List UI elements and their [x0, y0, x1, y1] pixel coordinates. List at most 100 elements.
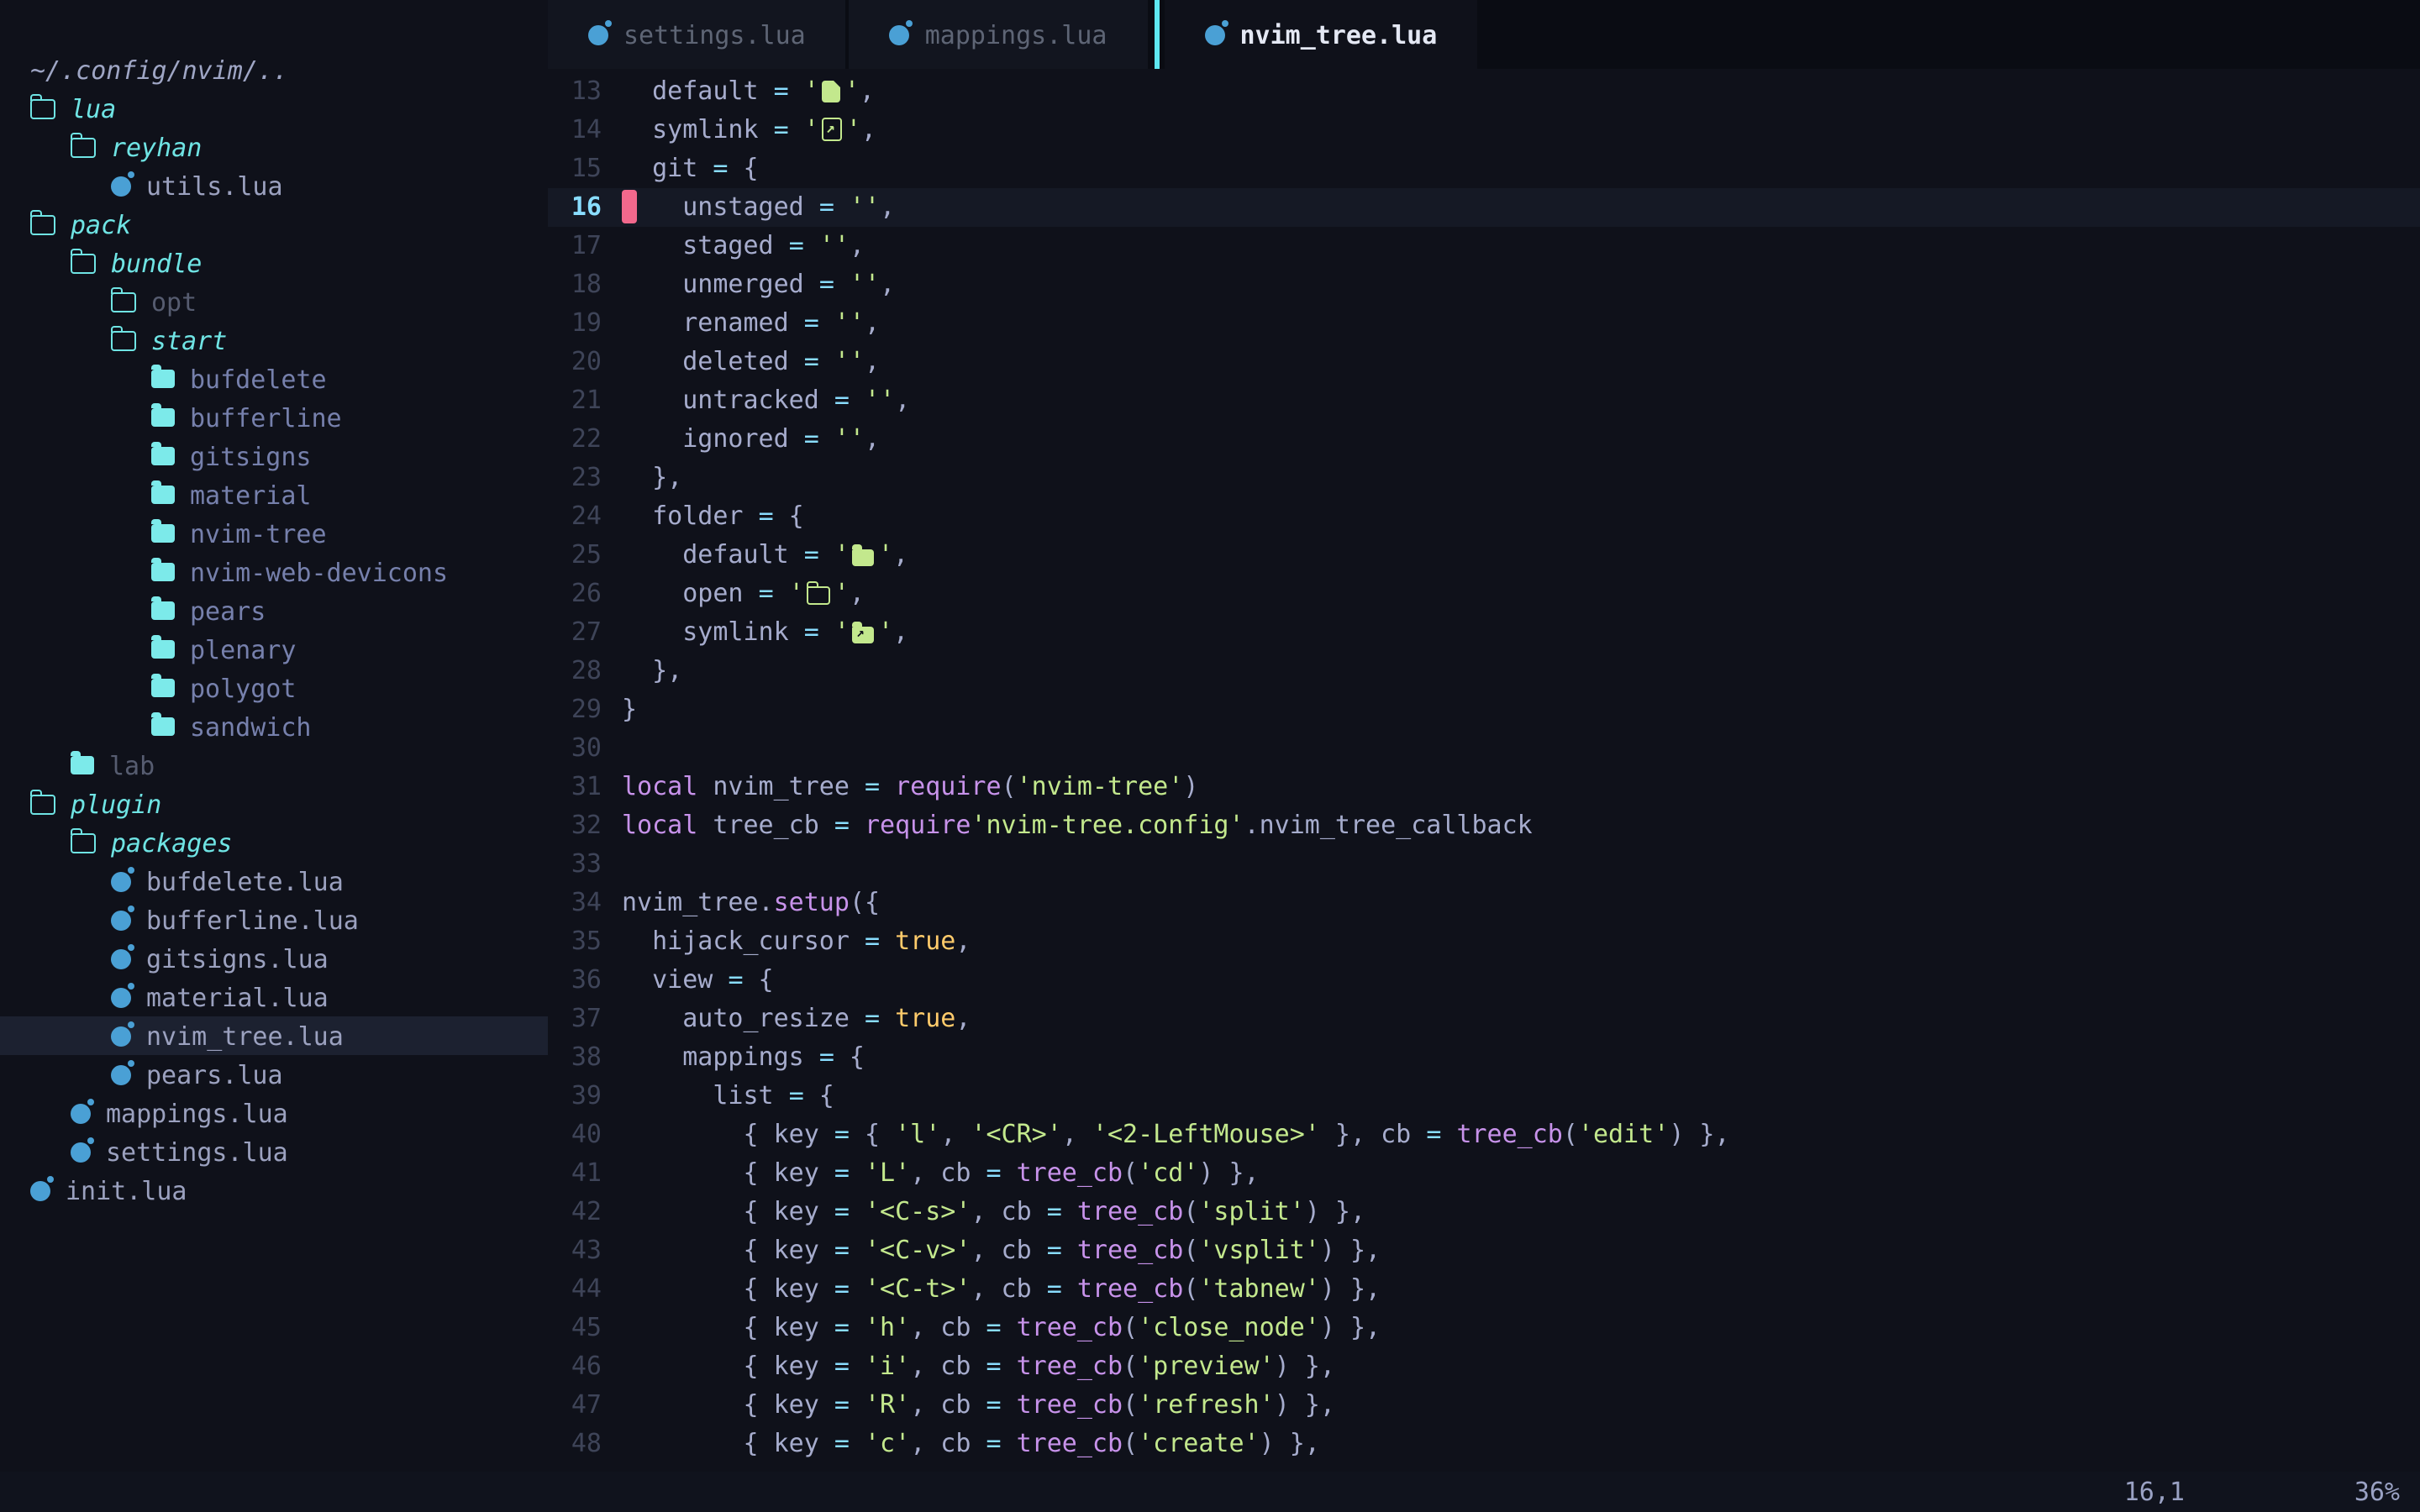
code-line-39[interactable]: 39 list = {: [548, 1077, 2420, 1116]
code-line-19[interactable]: 19 renamed = '',: [548, 304, 2420, 343]
tree-item-bufferline.lua[interactable]: bufferline.lua: [0, 900, 548, 939]
line-number: 47: [548, 1386, 602, 1425]
code-line-21[interactable]: 21 untracked = '',: [548, 381, 2420, 420]
code-line-14[interactable]: 14 symlink = '',: [548, 111, 2420, 150]
code-line-47[interactable]: 47 { key = 'R', cb = tree_cb('refresh') …: [548, 1386, 2420, 1425]
tree-item-settings.lua[interactable]: settings.lua: [0, 1132, 548, 1171]
tree-item-opt[interactable]: opt: [0, 282, 548, 321]
code-line-43[interactable]: 43 { key = '<C-v>', cb = tree_cb('vsplit…: [548, 1231, 2420, 1270]
tree-item-label: plugin: [71, 789, 161, 819]
line-number: 16: [548, 188, 602, 227]
tree-item-gitsigns.lua[interactable]: gitsigns.lua: [0, 939, 548, 978]
tab-mappings.lua[interactable]: mappings.lua: [850, 0, 1148, 69]
code-line-35[interactable]: 35 hijack_cursor = true,: [548, 922, 2420, 961]
tree-item-lab[interactable]: lab: [0, 746, 548, 785]
tree-item-plenary[interactable]: plenary: [0, 630, 548, 669]
tree-item-nvim_tree.lua[interactable]: nvim_tree.lua: [0, 1016, 548, 1055]
folder-filled-icon: [151, 640, 175, 659]
file-tree-sidebar: ~/.config/nvim/..luareyhanutils.luapackb…: [0, 0, 548, 1472]
line-number: 15: [548, 150, 602, 188]
line-number: 32: [548, 806, 602, 845]
code-line-30[interactable]: 30: [548, 729, 2420, 768]
tree-item-mappings.lua[interactable]: mappings.lua: [0, 1094, 548, 1132]
tree-item-nvim-web-devicons[interactable]: nvim-web-devicons: [0, 553, 548, 591]
tree-item-start[interactable]: start: [0, 321, 548, 360]
code-text: { key = 'i', cb = tree_cb('preview') },: [622, 1347, 1335, 1386]
code-line-15[interactable]: 15 git = {: [548, 150, 2420, 188]
tree-item-bundle[interactable]: bundle: [0, 244, 548, 282]
tree-item-bufdelete[interactable]: bufdelete: [0, 360, 548, 398]
tab-settings.lua[interactable]: settings.lua: [548, 0, 846, 69]
tree-item-label: material.lua: [146, 982, 329, 1012]
folder-filled-icon: [151, 679, 175, 697]
code-text: { key = '<C-t>', cb = tree_cb('tabnew') …: [622, 1270, 1381, 1309]
tree-item-material.lua[interactable]: material.lua: [0, 978, 548, 1016]
tree-item-init.lua[interactable]: init.lua: [0, 1171, 548, 1210]
code-line-27[interactable]: 27 symlink = '',: [548, 613, 2420, 652]
tree-item-packages[interactable]: packages: [0, 823, 548, 862]
tree-item-bufdelete.lua[interactable]: bufdelete.lua: [0, 862, 548, 900]
line-number: 23: [548, 459, 602, 497]
code-line-37[interactable]: 37 auto_resize = true,: [548, 1000, 2420, 1038]
editor[interactable]: 13 default = '',14 symlink = '',15 git =…: [548, 69, 2420, 1472]
code-line-24[interactable]: 24 folder = {: [548, 497, 2420, 536]
tree-item-gitsigns[interactable]: gitsigns: [0, 437, 548, 475]
tree-item-material[interactable]: material: [0, 475, 548, 514]
line-number: 29: [548, 690, 602, 729]
lua-file-icon: [111, 1064, 131, 1084]
tree-item-plugin[interactable]: plugin: [0, 785, 548, 823]
tree-item-label: material: [190, 480, 312, 510]
code-area: 13 default = '',14 symlink = '',15 git =…: [548, 72, 2420, 1463]
lua-file-icon: [71, 1103, 91, 1123]
code-text: untracked = '',: [622, 381, 910, 420]
code-line-32[interactable]: 32local tree_cb = require'nvim-tree.conf…: [548, 806, 2420, 845]
text-cursor: [622, 190, 637, 223]
code-line-13[interactable]: 13 default = '',: [548, 72, 2420, 111]
tree-item-nvim-tree[interactable]: nvim-tree: [0, 514, 548, 553]
code-line-17[interactable]: 17 staged = '',: [548, 227, 2420, 265]
tree-item-utils.lua[interactable]: utils.lua: [0, 166, 548, 205]
code-line-25[interactable]: 25 default = '',: [548, 536, 2420, 575]
code-line-28[interactable]: 28 },: [548, 652, 2420, 690]
code-line-46[interactable]: 46 { key = 'i', cb = tree_cb('preview') …: [548, 1347, 2420, 1386]
line-number: 40: [548, 1116, 602, 1154]
tree-item-pears.lua[interactable]: pears.lua: [0, 1055, 548, 1094]
tree-item-bufferline[interactable]: bufferline: [0, 398, 548, 437]
code-line-41[interactable]: 41 { key = 'L', cb = tree_cb('cd') },: [548, 1154, 2420, 1193]
code-line-26[interactable]: 26 open = '',: [548, 575, 2420, 613]
tree-item-pack[interactable]: pack: [0, 205, 548, 244]
code-line-18[interactable]: 18 unmerged = '',: [548, 265, 2420, 304]
code-line-36[interactable]: 36 view = {: [548, 961, 2420, 1000]
tree-item-label: start: [151, 325, 227, 355]
tree-item-label: pears.lua: [146, 1059, 283, 1089]
tree-item-~/.config/nvim/..[interactable]: ~/.config/nvim/..: [0, 50, 548, 89]
tree-item-reyhan[interactable]: reyhan: [0, 128, 548, 166]
tree-item-sandwich[interactable]: sandwich: [0, 707, 548, 746]
code-line-42[interactable]: 42 { key = '<C-s>', cb = tree_cb('split'…: [548, 1193, 2420, 1231]
code-line-44[interactable]: 44 { key = '<C-t>', cb = tree_cb('tabnew…: [548, 1270, 2420, 1309]
code-line-48[interactable]: 48 { key = 'c', cb = tree_cb('create') }…: [548, 1425, 2420, 1463]
code-line-23[interactable]: 23 },: [548, 459, 2420, 497]
tree-item-label: nvim-tree: [190, 518, 327, 549]
code-line-40[interactable]: 40 { key = { 'l', '<CR>', '<2-LeftMouse>…: [548, 1116, 2420, 1154]
code-line-22[interactable]: 22 ignored = '',: [548, 420, 2420, 459]
code-line-16[interactable]: 16 unstaged = '',: [548, 188, 2420, 227]
tab-nvim_tree.lua[interactable]: nvim_tree.lua: [1165, 0, 1478, 69]
tree-item-pears[interactable]: pears: [0, 591, 548, 630]
tree-item-polygot[interactable]: polygot: [0, 669, 548, 707]
tree-item-lua[interactable]: lua: [0, 89, 548, 128]
code-line-20[interactable]: 20 deleted = '',: [548, 343, 2420, 381]
code-text: }: [622, 690, 637, 729]
code-line-45[interactable]: 45 { key = 'h', cb = tree_cb('close_node…: [548, 1309, 2420, 1347]
code-line-34[interactable]: 34nvim_tree.setup({: [548, 884, 2420, 922]
tree-item-label: pears: [190, 596, 266, 626]
code-text: default = '',: [622, 536, 908, 575]
code-line-31[interactable]: 31local nvim_tree = require('nvim-tree'): [548, 768, 2420, 806]
code-line-38[interactable]: 38 mappings = {: [548, 1038, 2420, 1077]
code-line-33[interactable]: 33: [548, 845, 2420, 884]
code-text: symlink = '',: [622, 111, 876, 150]
code-text: unmerged = '',: [622, 265, 895, 304]
code-line-29[interactable]: 29}: [548, 690, 2420, 729]
lua-file-icon: [111, 987, 131, 1007]
line-number: 34: [548, 884, 602, 922]
